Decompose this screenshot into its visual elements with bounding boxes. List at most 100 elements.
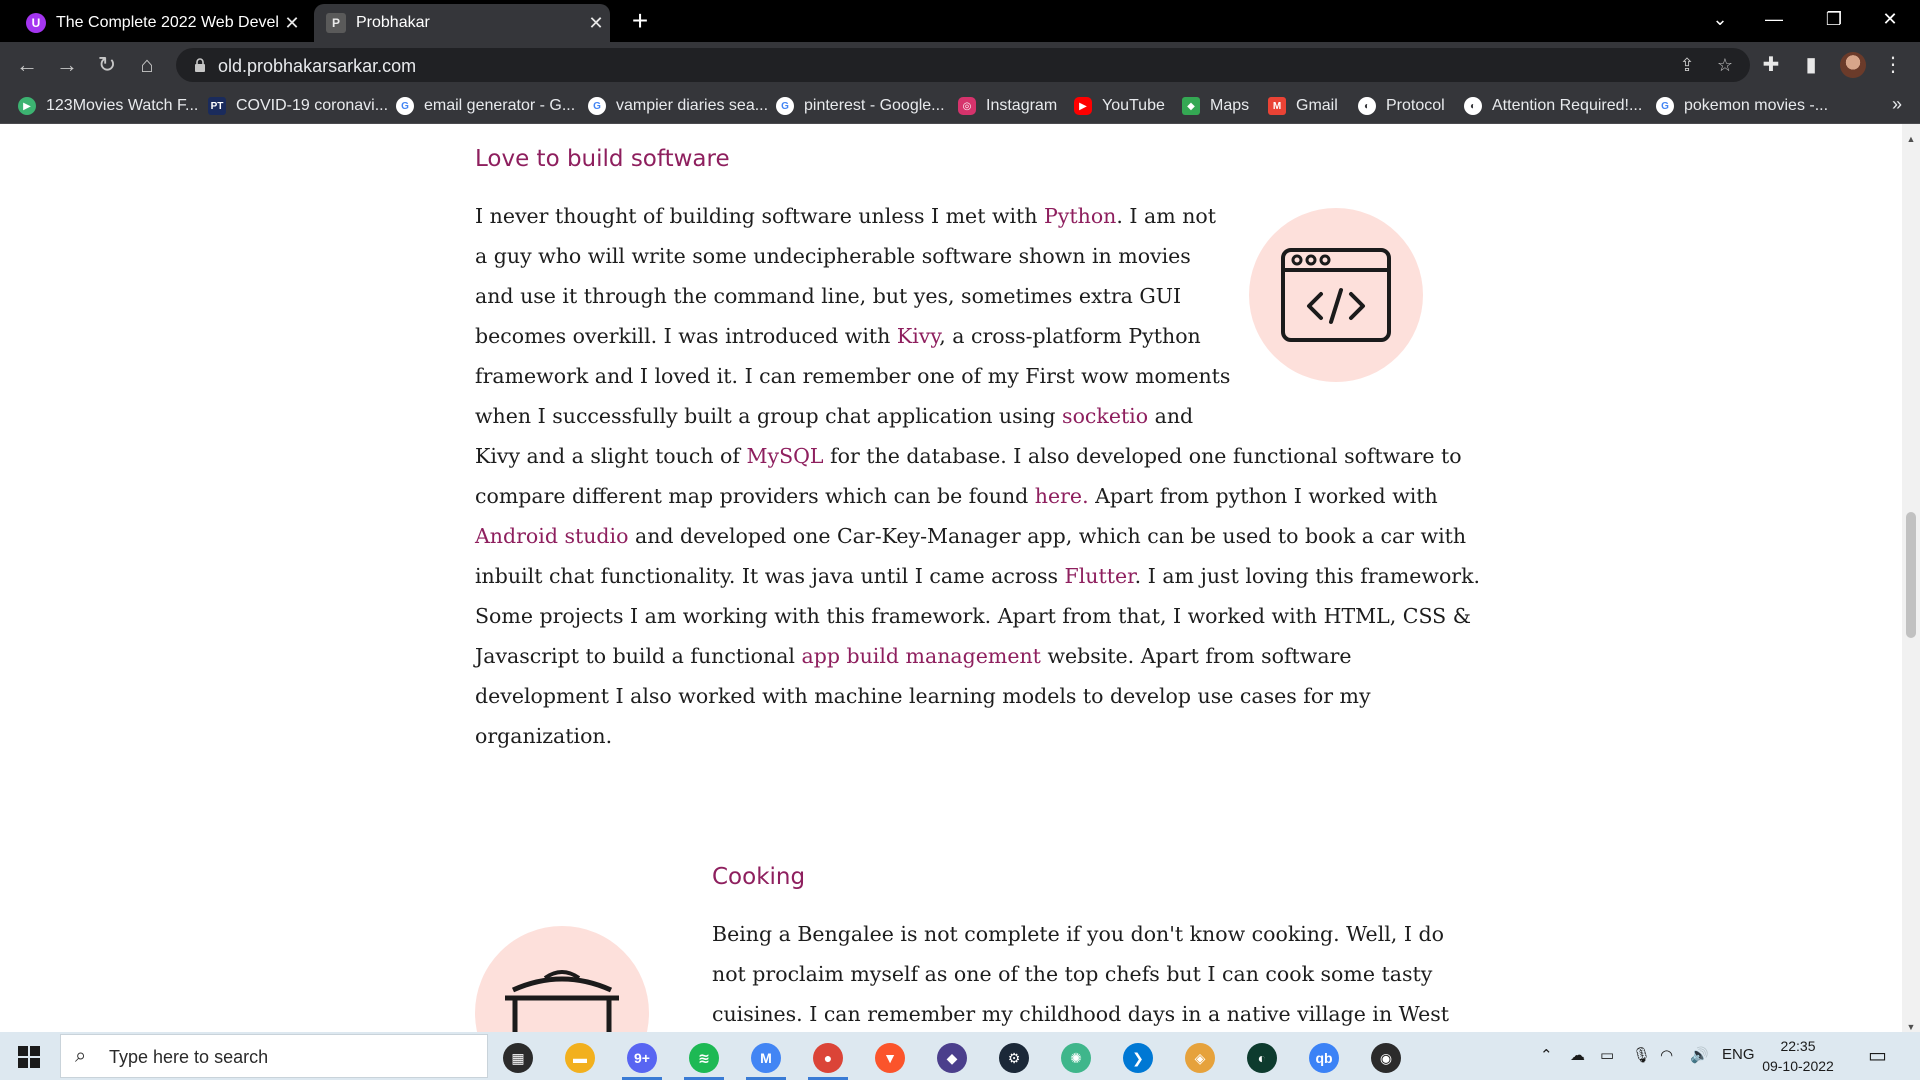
share-icon[interactable]: ⇪ (1676, 54, 1698, 76)
tab-probhakar[interactable]: P Probhakar ✕ (314, 4, 610, 42)
bookmark-item[interactable]: G email generator - G... (396, 94, 575, 118)
taskbar-app[interactable]: ▬ (554, 1038, 606, 1078)
gmail-icon: M (1268, 97, 1286, 115)
taskbar-app[interactable]: ◈ (1174, 1038, 1226, 1078)
menu-kebab-icon[interactable]: ⋮ (1880, 52, 1906, 78)
url-text[interactable]: old.probhakarsarkar.com (218, 56, 416, 77)
text-run: , a cross-platform Python (939, 324, 1201, 348)
inline-link[interactable]: MySQL (747, 444, 824, 468)
taskbar-search-box[interactable]: ⌕ Type here to search (60, 1034, 488, 1078)
side-panel-icon[interactable]: ▮ (1798, 52, 1824, 78)
wifi-icon[interactable]: ◠ (1660, 1046, 1673, 1064)
tab-udemy[interactable]: U The Complete 2022 Web Develop ✕ (14, 4, 306, 42)
language-indicator[interactable]: ENG (1722, 1046, 1755, 1063)
onedrive-icon[interactable]: ☁ (1570, 1046, 1585, 1064)
paragraph-line: Javascript to build a functional app bui… (475, 636, 1480, 676)
taskbar-app[interactable]: ◉ (1360, 1038, 1412, 1078)
close-window-button[interactable]: ✕ (1870, 0, 1910, 38)
scroll-up-arrow-icon[interactable]: ▲ (1906, 134, 1916, 144)
text-run: when I successfully built a group chat a… (475, 404, 1063, 428)
bookmark-item[interactable]: ◆ Maps (1182, 94, 1249, 118)
battery-icon[interactable]: ▭ (1600, 1046, 1614, 1064)
maps-icon: ◆ (1182, 97, 1200, 115)
reload-button[interactable]: ↻ (92, 50, 122, 80)
paragraph-line: Some projects I am working with this fra… (475, 596, 1480, 636)
scrollbar-thumb[interactable] (1906, 512, 1916, 638)
close-tab-icon[interactable]: ✕ (582, 13, 610, 34)
bookmark-label: Gmail (1296, 97, 1338, 114)
bookmark-item[interactable]: ◐ Attention Required!... (1464, 94, 1642, 118)
web-page: Love to build software I never thought o… (0, 124, 1902, 1032)
inline-link[interactable]: socketio (1062, 404, 1148, 428)
text-run: . I am just loving this framework. (1134, 564, 1481, 588)
taskbar-app[interactable]: ▼ (864, 1038, 916, 1078)
cooking-pot-icon (505, 970, 619, 1032)
brave-icon: ▼ (875, 1043, 905, 1073)
bookmark-label: email generator - G... (424, 97, 576, 114)
bookmark-item[interactable]: ▶ 123Movies Watch F... (18, 94, 198, 118)
taskbar-app[interactable]: ≋ (678, 1038, 730, 1080)
taskbar-app[interactable]: ✺ (1050, 1038, 1102, 1078)
chrome-icon: ● (813, 1043, 843, 1073)
minimize-button[interactable]: — (1754, 0, 1794, 38)
inline-link[interactable]: Kivy (897, 324, 939, 348)
paragraph-line: framework and I loved it. I can remember… (475, 356, 1480, 396)
inline-link[interactable]: Python (1044, 204, 1116, 228)
taskbar-app[interactable]: M (740, 1038, 792, 1080)
bookmark-item[interactable]: G pinterest - Google... (776, 94, 945, 118)
inline-link[interactable]: Android studio (475, 524, 628, 548)
back-button[interactable]: ← (12, 50, 42, 80)
tab-title: Probhakar (356, 14, 430, 31)
vscode-icon: ❯ (1123, 1043, 1153, 1073)
bookmark-item[interactable]: G pokemon movies -... (1656, 94, 1828, 118)
new-tab-button[interactable]: + (624, 6, 656, 38)
cooking-section-title: Cooking (712, 864, 806, 890)
taskbar-app[interactable]: ❯ (1112, 1038, 1164, 1078)
text-run: Being a Bengalee is not complete if you … (712, 922, 1444, 946)
discord-icon: 9+ (627, 1043, 657, 1073)
home-button[interactable]: ⌂ (132, 50, 162, 80)
microphone-icon[interactable]: 🎙 (1632, 1046, 1651, 1064)
taskbar-clock[interactable]: 22:35 09-10-2022 (1758, 1036, 1838, 1076)
kodi-like-icon: ◆ (937, 1043, 967, 1073)
show-hidden-icons-chevron-icon[interactable]: ⌃ (1540, 1046, 1553, 1064)
profile-avatar[interactable] (1840, 52, 1866, 78)
bookmark-item[interactable]: G vampier diaries sea... (588, 94, 768, 118)
close-tab-icon[interactable]: ✕ (278, 13, 306, 34)
more-bookmarks-chevron-icon[interactable]: » (1892, 94, 1902, 115)
inline-link[interactable]: Flutter (1065, 564, 1135, 588)
taskbar-app[interactable]: ● (802, 1038, 854, 1080)
bookmark-item[interactable]: ◎ Instagram (958, 94, 1057, 118)
bookmark-label: Attention Required!... (1492, 97, 1643, 114)
windows-start-icon[interactable] (18, 1046, 40, 1068)
address-bar[interactable]: old.probhakarsarkar.com ⇪ ☆ (176, 48, 1750, 82)
bookmark-label: Instagram (986, 97, 1058, 114)
taskbar-app[interactable]: ◐ (1236, 1038, 1288, 1078)
restore-button[interactable]: ❐ (1814, 0, 1854, 38)
taskbar-app[interactable]: qb (1298, 1038, 1350, 1078)
extensions-puzzle-icon[interactable]: ✚ (1758, 52, 1784, 78)
bookmark-item[interactable]: PT COVID-19 coronavi... (208, 94, 388, 118)
bookmark-item[interactable]: ▶ YouTube (1074, 94, 1165, 118)
scroll-down-arrow-icon[interactable]: ▼ (1906, 1022, 1916, 1032)
bookmark-item[interactable]: ◐ Protocol (1358, 94, 1445, 118)
inline-link[interactable]: here. (1035, 484, 1089, 508)
page-scrollbar[interactable]: ▲ ▼ (1902, 124, 1920, 1032)
chrome-profile-m-icon: M (751, 1043, 781, 1073)
forward-button[interactable]: → (52, 50, 82, 80)
volume-icon[interactable]: 🔊 (1690, 1046, 1709, 1064)
text-run: framework and I loved it. I can remember… (475, 364, 1231, 388)
notifications-icon[interactable]: ▭ (1868, 1043, 1887, 1068)
bookmark-star-icon[interactable]: ☆ (1714, 54, 1736, 76)
instagram-icon: ◎ (958, 97, 976, 115)
inline-link[interactable]: app build management (802, 644, 1041, 668)
text-run: and (1148, 404, 1194, 428)
paragraph-line: when I successfully built a group chat a… (475, 396, 1480, 436)
taskbar-app[interactable]: ◆ (926, 1038, 978, 1078)
taskbar-app[interactable]: ⚙ (988, 1038, 1040, 1078)
tab-search-chevron-icon[interactable]: ⌄ (1700, 0, 1740, 38)
text-run: Apart from python I worked with (1088, 484, 1438, 508)
taskbar-app[interactable]: ▦ (492, 1038, 544, 1078)
taskbar-app[interactable]: 9+ (616, 1038, 668, 1080)
bookmark-item[interactable]: M Gmail (1268, 94, 1338, 118)
